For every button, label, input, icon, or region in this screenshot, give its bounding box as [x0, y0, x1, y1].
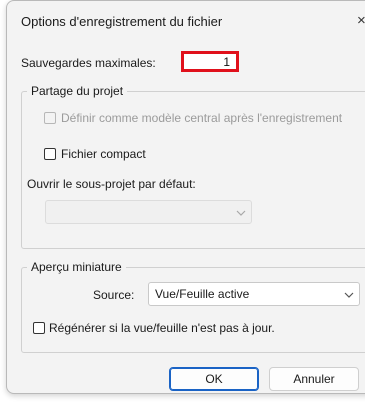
save-options-dialog: Options d'enregistrement du fichier × Sa…: [6, 0, 365, 394]
worksharing-legend: Partage du projet: [27, 84, 128, 98]
compact-file-checkbox[interactable]: [44, 148, 56, 160]
ok-button[interactable]: OK: [169, 367, 259, 391]
thumbnail-source-value: Vue/Feuille active: [155, 287, 250, 301]
max-backups-field-highlight[interactable]: [181, 51, 239, 72]
title-bar: Options d'enregistrement du fichier ×: [7, 1, 365, 41]
thumbnail-source-dropdown[interactable]: Vue/Feuille active: [148, 282, 360, 306]
open-workset-label: Ouvrir le sous-projet par défaut:: [27, 177, 196, 191]
max-backups-input[interactable]: [184, 54, 236, 69]
close-icon[interactable]: ×: [357, 12, 365, 29]
chevron-down-icon: [236, 210, 246, 216]
cancel-button[interactable]: Annuler: [269, 367, 359, 391]
dialog-title: Options d'enregistrement du fichier: [21, 14, 223, 29]
compact-file-label: Fichier compact: [61, 147, 146, 161]
thumbnail-group: [21, 267, 365, 353]
source-label: Source:: [93, 288, 135, 302]
central-model-label: Définir comme modèle central après l'enr…: [61, 111, 343, 125]
regenerate-thumbnail-checkbox[interactable]: [33, 322, 45, 334]
central-model-checkbox[interactable]: [44, 112, 56, 124]
chevron-down-icon: [344, 292, 354, 298]
max-backups-label: Sauvegardes maximales:: [21, 56, 156, 70]
open-workset-dropdown[interactable]: [45, 200, 252, 224]
regenerate-thumbnail-label: Régénérer si la vue/feuille n'est pas à …: [49, 321, 275, 335]
thumbnail-legend: Aperçu miniature: [27, 260, 126, 274]
